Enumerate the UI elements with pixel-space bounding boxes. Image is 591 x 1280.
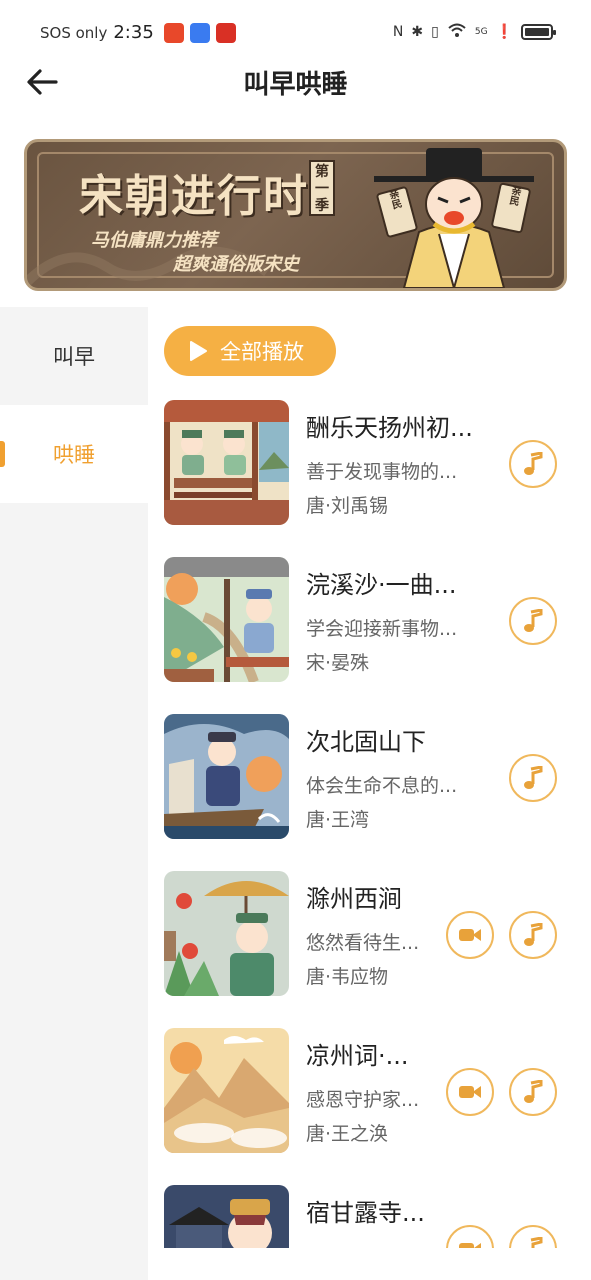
music-note-icon — [524, 766, 543, 789]
notification-app-icon-2 — [189, 22, 210, 43]
list-item[interactable]: 滁州西涧 悠然看待生... 唐·韦应物 — [148, 861, 591, 1001]
vibrate-icon: ▯ — [431, 24, 439, 40]
sidebar-item-label: 哄睡 — [53, 443, 95, 467]
list-item[interactable]: 浣溪沙·一曲... 学会迎接新事物... 宋·晏殊 — [148, 547, 591, 687]
page-title: 叫早哄睡 — [243, 70, 348, 100]
active-indicator — [0, 441, 5, 467]
season-badge: 第一季 — [309, 160, 335, 216]
banner-subtitle-1: 马伯庸鼎力推荐 — [91, 230, 217, 251]
poem-title: 酬乐天扬州初... — [306, 414, 473, 442]
status-left: SOS only 2:35 — [40, 22, 236, 43]
play-all-button[interactable]: 全部播放 — [164, 326, 336, 376]
list-item[interactable]: 次北固山下 体会生命不息的... 唐·王湾 — [148, 704, 591, 844]
play-icon — [190, 341, 207, 361]
bluetooth-icon: ✱ — [411, 24, 424, 40]
promo-banner[interactable]: 宋朝进行时 第一季 马伯庸鼎力推荐 超爽通俗版宋史 亲民 亲民 — [24, 139, 567, 291]
poem-description: 善于发现事物的... — [306, 461, 458, 483]
carrier-text: SOS only — [40, 23, 108, 42]
battery-icon — [521, 24, 556, 40]
poem-title: 宿甘露寺... — [306, 1199, 425, 1227]
sidebar-item-label: 叫早 — [53, 345, 95, 369]
sidebar-item-sleep[interactable]: 哄睡 — [0, 405, 148, 503]
desert-mountains-illustration — [164, 1028, 289, 1153]
poem-author: 唐·王之涣 — [306, 1123, 389, 1145]
poem-title: 次北固山下 — [306, 728, 426, 756]
poem-thumbnail — [164, 871, 289, 996]
poem-thumbnail — [164, 557, 289, 682]
poem-thumbnail — [164, 1028, 289, 1153]
list-item[interactable]: 凉州词·... 感恩守护家... 唐·王之涣 — [148, 1018, 591, 1158]
music-note-icon — [524, 1080, 543, 1103]
poem-description: 悠然看待生... — [306, 932, 420, 954]
video-camera-icon — [459, 1086, 481, 1098]
poem-title: 凉州词·... — [306, 1042, 409, 1070]
poem-title: 浣溪沙·一曲... — [306, 571, 457, 599]
song-official-illustration: 亲民 亲民 — [374, 148, 534, 288]
music-note-icon — [530, 1237, 543, 1248]
play-audio-button[interactable] — [509, 597, 557, 645]
temple-scholar-illustration — [164, 1185, 289, 1248]
poem-thumbnail — [164, 1185, 289, 1248]
play-video-button[interactable] — [446, 1225, 494, 1248]
poem-author: 唐·王湾 — [306, 809, 370, 831]
poem-description: 感恩守护家... — [306, 1089, 420, 1111]
play-audio-button[interactable] — [509, 440, 557, 488]
video-camera-icon — [459, 929, 481, 941]
banner-subtitle-2: 超爽通俗版宋史 — [173, 254, 299, 275]
wifi-icon — [447, 22, 467, 42]
alert-icon: ❗ — [495, 24, 513, 40]
category-sidebar: 叫早 哄睡 — [0, 307, 148, 1280]
header: 叫早哄睡 — [0, 56, 591, 108]
banner-title: 宋朝进行时 — [79, 171, 309, 222]
poem-author: 唐·韦应物 — [306, 966, 389, 988]
clock: 2:35 — [113, 22, 154, 43]
poem-description: 学会迎接新事物... — [306, 618, 458, 640]
poem-title: 滁州西涧 — [306, 885, 402, 913]
poem-description: 体会生命不息的... — [306, 775, 458, 797]
music-note-icon — [524, 452, 543, 475]
poem-thumbnail — [164, 400, 289, 525]
nfc-icon: N — [392, 24, 404, 40]
video-camera-icon — [459, 1243, 481, 1248]
notification-app-icon-3 — [215, 22, 236, 43]
list-item[interactable]: 酬乐天扬州初... 善于发现事物的... 唐·刘禹锡 — [148, 390, 591, 530]
play-audio-button[interactable] — [509, 1225, 557, 1248]
sidebar-item-wake-up[interactable]: 叫早 — [0, 307, 148, 405]
battery-fill — [525, 28, 549, 36]
boat-traveler-illustration — [164, 714, 289, 839]
status-right: N ✱ ▯ 5G ❗ — [392, 22, 556, 42]
play-video-button[interactable] — [446, 1068, 494, 1116]
music-note-icon — [524, 609, 543, 632]
network-type-label: 5G — [474, 27, 488, 37]
two-scholars-tea-illustration — [164, 400, 289, 525]
play-audio-button[interactable] — [509, 1068, 557, 1116]
play-audio-button[interactable] — [509, 754, 557, 802]
umbrella-scholar-illustration — [164, 871, 289, 996]
play-video-button[interactable] — [446, 911, 494, 959]
notification-app-icon-1 — [163, 22, 184, 43]
play-all-label: 全部播放 — [220, 340, 304, 364]
scholar-pavilion-illustration — [164, 557, 289, 682]
music-note-icon — [524, 923, 543, 946]
play-audio-button[interactable] — [509, 911, 557, 959]
poem-thumbnail — [164, 714, 289, 839]
poem-author: 宋·晏殊 — [306, 652, 370, 674]
list-item[interactable]: 宿甘露寺... — [148, 1175, 591, 1248]
poem-list[interactable]: 酬乐天扬州初... 善于发现事物的... 唐·刘禹锡 浣溪沙·一曲... 学会迎… — [148, 390, 591, 1248]
poem-author: 唐·刘禹锡 — [306, 495, 389, 517]
